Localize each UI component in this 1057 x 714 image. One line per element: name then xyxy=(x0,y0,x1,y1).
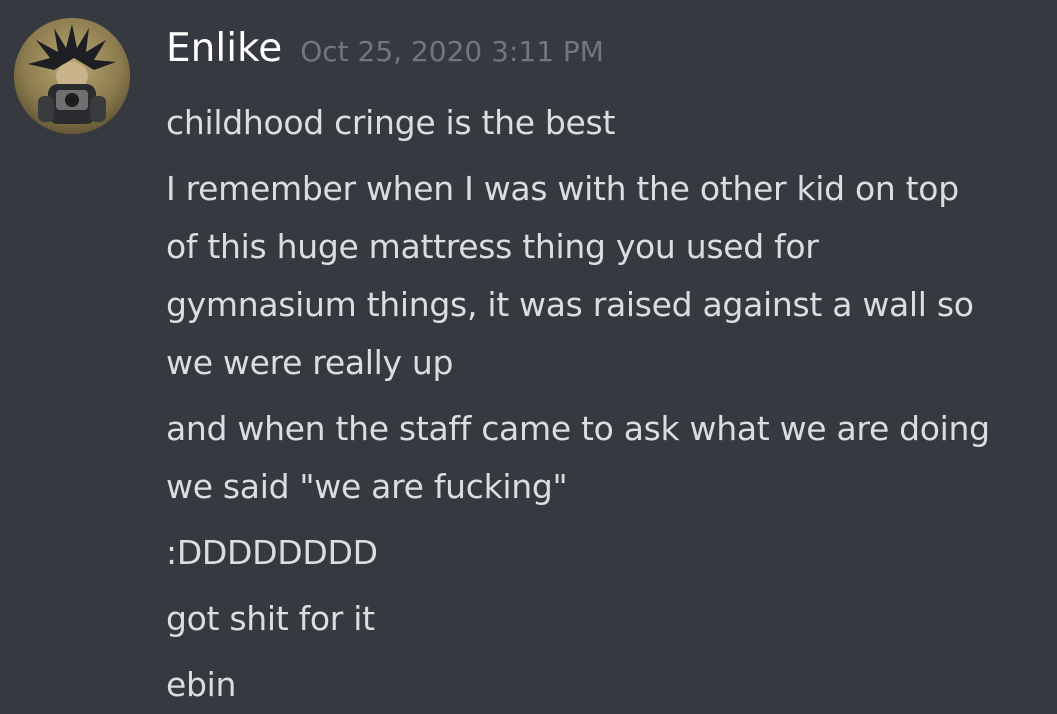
message-line: we said "we are fucking" xyxy=(166,467,568,506)
message-line: gymnasium things, it was raised against … xyxy=(166,285,974,324)
user-avatar[interactable] xyxy=(14,18,130,134)
message-line: childhood cringe is the best xyxy=(166,103,616,142)
message-line: :DDDDDDDD xyxy=(166,533,378,572)
timestamp: Oct 25, 2020 3:11 PM xyxy=(300,35,604,68)
message-line: we were really up xyxy=(166,343,454,382)
message-header: Enlike Oct 25, 2020 3:11 PM xyxy=(166,26,604,80)
message-line: and when the staff came to ask what we a… xyxy=(166,409,990,448)
message-line: ebin xyxy=(166,665,237,704)
message-line: I remember when I was with the other kid… xyxy=(166,169,959,208)
chat-message: Enlike Oct 25, 2020 3:11 PM childhood cr… xyxy=(0,0,1057,704)
username[interactable]: Enlike xyxy=(166,26,282,71)
message-content: childhood cringe is the best I remember … xyxy=(166,94,1046,714)
message-line: got shit for it xyxy=(166,599,375,638)
avatar-image-icon xyxy=(14,18,130,134)
message-line: of this huge mattress thing you used for xyxy=(166,227,819,266)
